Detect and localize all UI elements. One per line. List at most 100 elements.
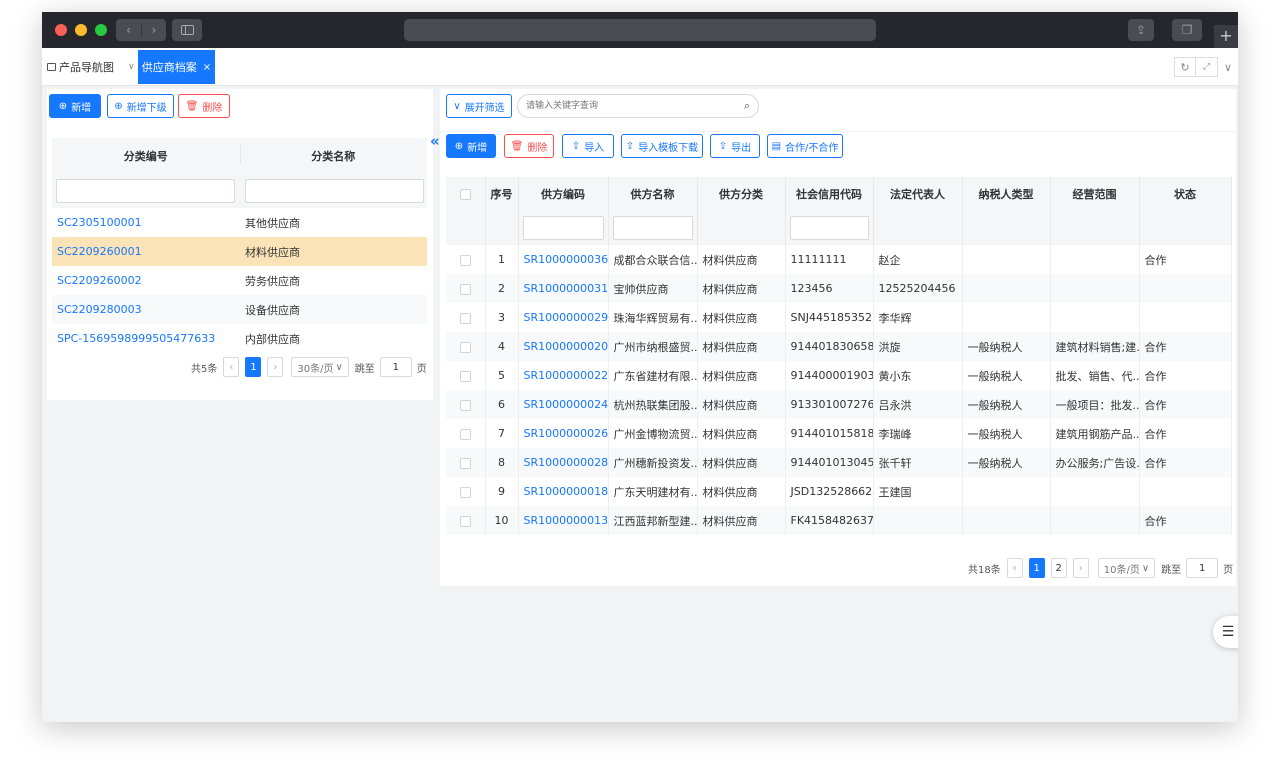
tab-supplier-archive[interactable]: 供应商档案 × xyxy=(138,50,215,84)
jump-page-input[interactable]: 1 xyxy=(1186,558,1219,578)
row-checkbox[interactable] xyxy=(459,515,471,527)
business-scope xyxy=(1050,245,1140,274)
supplier-code-link[interactable]: SR1000000024 xyxy=(518,390,609,419)
fullscreen-button[interactable]: ⤢ xyxy=(1196,57,1218,77)
credit-code-filter-input[interactable] xyxy=(789,216,869,240)
table-row[interactable]: 8 SR1000000028 广州穗新投资发... 材料供应商 914401013045… xyxy=(446,448,1232,477)
address-bar[interactable] xyxy=(404,19,876,41)
table-row[interactable]: 3 SR1000000029 珠海华辉贸易有... 材料供应商 SNJ445185352… xyxy=(446,303,1232,332)
add-supplier-button[interactable]: ⊕ 新增 xyxy=(446,134,496,158)
table-row[interactable]: 5 SR1000000022 广东省建材有限... 材料供应商 914400001903… xyxy=(446,361,1232,390)
search-input[interactable] xyxy=(526,98,726,114)
table-row[interactable]: 7 SR1000000026 广州金博物流贸... 材料供应商 914401015818… xyxy=(446,419,1232,448)
new-tab-button[interactable]: + xyxy=(1214,25,1238,48)
delete-category-button[interactable]: 🗑 删除 xyxy=(178,94,230,118)
supplier-code-filter-input[interactable] xyxy=(522,216,604,240)
table-row[interactable]: SC2209280003 设备供应商 xyxy=(52,295,427,324)
name-filter-input[interactable] xyxy=(245,179,424,203)
jump-page-input[interactable]: 1 xyxy=(379,357,412,377)
column-header: 纳税人类型 xyxy=(962,177,1051,211)
code-filter-input[interactable] xyxy=(56,179,235,203)
forward-icon[interactable]: › xyxy=(141,23,166,37)
supplier-name-filter-input[interactable] xyxy=(612,216,693,240)
tab-close-icon[interactable]: × xyxy=(203,62,211,73)
select-all-checkbox[interactable] xyxy=(459,189,471,200)
expand-filter-button[interactable]: ∨ 展开筛选 xyxy=(446,94,512,118)
supplier-code-link[interactable]: SR1000000013 xyxy=(518,506,609,535)
table-row[interactable]: SC2305100001 其他供应商 xyxy=(52,208,427,237)
supplier-code-link[interactable]: SR1000000029 xyxy=(518,303,609,332)
row-checkbox[interactable] xyxy=(459,428,471,440)
table-row[interactable]: 9 SR1000000018 广东天明建材有... 材料供应商 JSD132528662… xyxy=(446,477,1232,506)
table-row[interactable]: 1 SR1000000036 成都合众联合信... 材料供应商 11111111 赵企 合作 xyxy=(446,245,1232,274)
back-icon[interactable]: ‹ xyxy=(116,23,141,37)
add-category-button[interactable]: ⊕ 新增 xyxy=(49,94,101,118)
status: 合作 xyxy=(1139,332,1232,361)
refresh-button[interactable]: ↻ xyxy=(1174,57,1196,77)
category-code-link[interactable]: SC2209280003 xyxy=(52,303,240,316)
row-checkbox[interactable] xyxy=(459,254,471,266)
cooperation-toggle-button[interactable]: ▤ 合作/不合作 xyxy=(767,134,843,158)
supplier-code-link[interactable]: SR1000000028 xyxy=(518,448,609,477)
row-checkbox[interactable] xyxy=(459,457,471,469)
collapse-panel-icon[interactable]: « xyxy=(430,132,440,150)
tabs-overview-button[interactable]: ❐ xyxy=(1172,19,1202,41)
category-code-link[interactable]: SPC-1569598999505477633 xyxy=(52,332,240,345)
row-checkbox[interactable] xyxy=(459,370,471,382)
row-checkbox[interactable] xyxy=(459,399,471,411)
column-header: 社会信用代码 xyxy=(785,177,874,211)
page-2-button[interactable]: 2 xyxy=(1050,558,1067,578)
more-tabs-button[interactable]: ∨ xyxy=(1220,57,1236,77)
supplier-pagination: 共18条 ‹ 1 2 › 10条/页 ∨ 跳至 1 页 xyxy=(968,558,1233,578)
maximize-window-button[interactable] xyxy=(95,24,107,36)
category-code-link[interactable]: SC2209260001 xyxy=(52,245,240,258)
prev-page-button[interactable]: ‹ xyxy=(1006,558,1023,578)
row-seq: 7 xyxy=(485,419,519,448)
table-row[interactable]: SC2209260001 材料供应商 xyxy=(52,237,427,266)
select-all-cell xyxy=(446,177,486,211)
supplier-code-link[interactable]: SR1000000026 xyxy=(518,419,609,448)
supplier-name: 广东天明建材有... xyxy=(608,477,698,506)
table-row[interactable]: 2 SR1000000031 宝帅供应商 材料供应商 123456 12525204456 xyxy=(446,274,1232,303)
product-nav-menu[interactable]: 产品导航图 ∨ xyxy=(47,48,135,86)
add-child-category-button[interactable]: ⊕ 新增下级 xyxy=(107,94,174,118)
supplier-code-link[interactable]: SR1000000018 xyxy=(518,477,609,506)
page-size-select[interactable]: 30条/页 ∨ xyxy=(291,357,349,377)
page-size-select[interactable]: 10条/页 ∨ xyxy=(1097,558,1156,578)
page-1-button[interactable]: 1 xyxy=(1028,558,1045,578)
table-row[interactable]: 6 SR1000000024 杭州热联集团股... 材料供应商 913301007276… xyxy=(446,390,1232,419)
delete-supplier-button[interactable]: 🗑 删除 xyxy=(504,134,554,158)
row-checkbox[interactable] xyxy=(459,283,471,295)
row-checkbox[interactable] xyxy=(459,486,471,498)
table-row[interactable]: 10 SR1000000013 江西蓝邦新型建... 材料供应商 FK415848263… xyxy=(446,506,1232,535)
category-code-link[interactable]: SC2305100001 xyxy=(52,216,240,229)
page-1-button[interactable]: 1 xyxy=(245,357,262,377)
supplier-code-link[interactable]: SR1000000022 xyxy=(518,361,609,390)
supplier-code-link[interactable]: SR1000000020 xyxy=(518,332,609,361)
close-window-button[interactable] xyxy=(55,24,67,36)
table-settings-button[interactable]: ☰ xyxy=(1213,616,1238,648)
minimize-window-button[interactable] xyxy=(75,24,87,36)
download-template-button[interactable]: ⇪ 导入模板下载 xyxy=(621,134,703,158)
row-checkbox[interactable] xyxy=(459,312,471,324)
search-icon[interactable]: ⌕ xyxy=(744,99,750,113)
table-row[interactable]: SPC-1569598999505477633 内部供应商 xyxy=(52,324,427,353)
column-header: 分类编号 xyxy=(123,150,168,163)
table-row[interactable]: 4 SR1000000020 广州市纳根盛贸... 材料供应商 914401830658… xyxy=(446,332,1232,361)
plus-circle-icon: ⊕ xyxy=(114,100,123,112)
supplier-code-link[interactable]: SR1000000031 xyxy=(518,274,609,303)
legal-representative: 李瑞峰 xyxy=(873,419,963,448)
next-page-button[interactable]: › xyxy=(1072,558,1089,578)
import-button[interactable]: ⇪ 导入 xyxy=(562,134,614,158)
supplier-code-link[interactable]: SR1000000036 xyxy=(518,245,609,274)
credit-code: 123456 xyxy=(785,274,874,303)
export-button[interactable]: ⇪ 导出 xyxy=(710,134,760,158)
row-checkbox[interactable] xyxy=(459,341,471,353)
prev-page-button[interactable]: ‹ xyxy=(223,357,240,377)
share-button[interactable]: ⇪ xyxy=(1128,19,1154,41)
table-header-row: 序号 供方编码 供方名称 供方分类 社会信用代码 法定代表人 纳税人类型 经营范… xyxy=(446,177,1232,211)
table-row[interactable]: SC2209260002 劳务供应商 xyxy=(52,266,427,295)
category-code-link[interactable]: SC2209260002 xyxy=(52,274,240,287)
next-page-button[interactable]: › xyxy=(267,357,284,377)
sidebar-toggle-button[interactable] xyxy=(172,19,202,41)
